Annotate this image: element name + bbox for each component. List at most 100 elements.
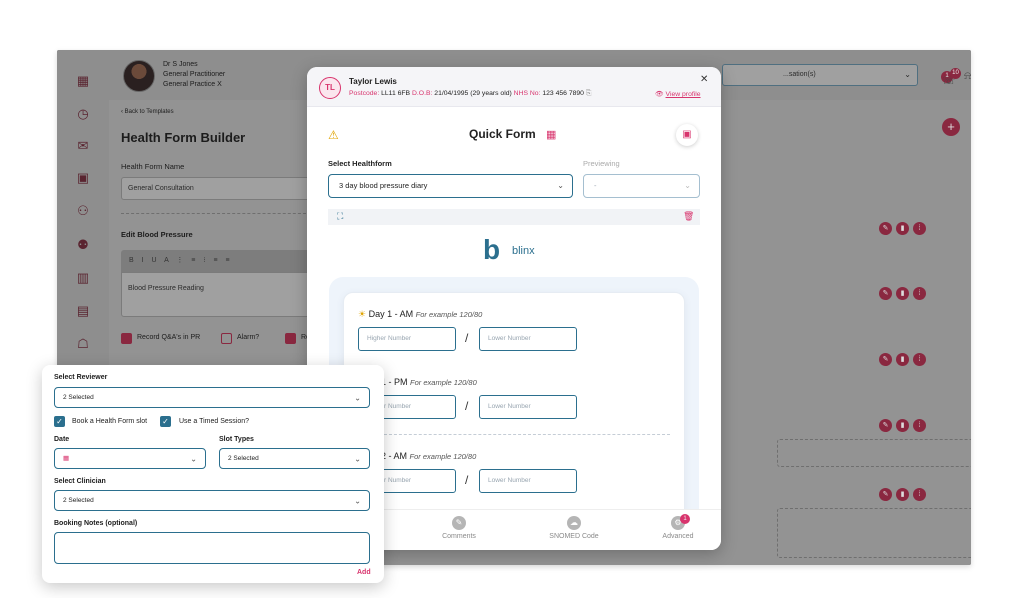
format-icons[interactable]: B I U A ⋮ ≡ ⁝ ≡ ≡ <box>129 256 233 264</box>
grip-icon[interactable]: ⁞ <box>913 353 926 366</box>
row-actions-2[interactable]: ✎ ▮ ⁞ <box>879 287 926 300</box>
trash-icon[interactable]: 🗑 <box>683 211 694 222</box>
users-icon[interactable]: ⚇ <box>75 203 91 219</box>
day-2-am-lower[interactable]: Lower Number <box>479 469 577 493</box>
day-2-am-title: y 2 - AM For example 120/80 <box>374 451 476 461</box>
healthform-select[interactable]: 3 day blood pressure diary ⌄ <box>328 174 573 198</box>
advanced-badge: 1 <box>680 514 690 524</box>
consultation-select-value: ...sation(s) <box>783 71 816 78</box>
reviewer-select[interactable]: 2 Selected ⌄ <box>54 387 370 408</box>
patient-avatar: TL <box>319 77 341 99</box>
consultation-select[interactable]: ...sation(s) ⌄ <box>722 64 918 86</box>
patient-header: TL Taylor Lewis Postcode: LL11 6FB D.O.B… <box>307 67 721 107</box>
form-name-input[interactable]: General Consultation <box>121 177 311 200</box>
chat-icon[interactable]: ☖ <box>75 336 91 352</box>
form-name-value: General Consultation <box>128 185 194 192</box>
book-slot-checkbox[interactable]: ✓ <box>54 416 65 427</box>
grip-icon[interactable]: ⁞ <box>913 222 926 235</box>
edit-icon[interactable]: ✎ <box>879 222 892 235</box>
add-button[interactable]: + <box>942 118 960 136</box>
booking-panel: Select Reviewer 2 Selected ⌄ ✓ Book a He… <box>42 365 384 583</box>
notes-textarea[interactable] <box>54 532 370 564</box>
bell-icon[interactable]: ⍾ <box>964 70 971 83</box>
editor-toolbar[interactable]: B I U A ⋮ ≡ ⁝ ≡ ≡ <box>121 250 311 272</box>
expand-icon[interactable]: ⛶ <box>337 211 343 222</box>
document-icon[interactable]: ▣ <box>75 170 91 186</box>
calendar-icon: ▦ <box>63 455 70 462</box>
timed-session-checkbox[interactable]: ✓ <box>160 416 171 427</box>
day-1-am-higher[interactable]: Higher Number <box>358 327 456 351</box>
chart-icon[interactable]: ◷ <box>75 106 91 122</box>
form-preview-card: ☀ Day 1 - AM For example 120/80 Higher N… <box>343 292 685 532</box>
clinician-select[interactable]: 2 Selected ⌄ <box>54 490 370 511</box>
grip-icon[interactable]: ⁞ <box>913 419 926 432</box>
day-1-am-lower[interactable]: Lower Number <box>479 327 577 351</box>
mail-icon[interactable]: ✉ <box>75 138 91 154</box>
editor-area[interactable]: Blood Pressure Reading <box>121 272 311 317</box>
back-link-label: Back to Templates <box>124 109 174 115</box>
chevron-down-icon: ⌄ <box>354 393 361 402</box>
grip-icon[interactable]: ⁞ <box>913 287 926 300</box>
alarm-checkbox[interactable] <box>221 333 232 344</box>
previewing-label: Previewing <box>583 159 620 168</box>
row-actions-5[interactable]: ✎ ▮ ⁞ <box>879 488 926 501</box>
delete-icon[interactable]: ▮ <box>896 287 909 300</box>
row-actions-4[interactable]: ✎ ▮ ⁞ <box>879 419 926 432</box>
reviewer-select-value: 2 Selected <box>63 394 94 401</box>
add-button[interactable]: Add <box>357 569 371 576</box>
edit-icon[interactable]: ✎ <box>879 287 892 300</box>
doctor-role: General Practitioner <box>163 71 226 78</box>
delete-icon[interactable]: ▮ <box>896 222 909 235</box>
comment-icon: ✎ <box>452 516 466 530</box>
warning-icon[interactable]: ⚠ <box>328 128 339 142</box>
edit-icon[interactable]: ✎ <box>879 419 892 432</box>
calendar-icon[interactable]: ▤ <box>75 303 91 319</box>
slot-types-select[interactable]: 2 Selected ⌄ <box>219 448 370 469</box>
row-actions-1[interactable]: ✎ ▮ ⁞ <box>879 222 926 235</box>
save-icon[interactable]: ▣ <box>676 124 698 146</box>
sunrise-icon: ☀ <box>358 309 367 319</box>
select-healthform-label: Select Healthform <box>328 159 392 168</box>
grid-icon[interactable]: ▦ <box>75 73 91 89</box>
timed-session-label: Use a Timed Session? <box>179 418 250 425</box>
day-1-pm-title: y 1 - PM For example 120/80 <box>374 377 477 387</box>
slash-separator: / <box>465 399 469 413</box>
day-1-am-hint: For example 120/80 <box>415 310 483 319</box>
day-1-pm-lower[interactable]: Lower Number <box>479 395 577 419</box>
comments-tab[interactable]: ✎ Comments <box>419 516 499 540</box>
edit-icon[interactable]: ✎ <box>879 353 892 366</box>
record-checkbox[interactable] <box>121 333 132 344</box>
close-icon[interactable]: ✕ <box>700 74 708 85</box>
row-actions-3[interactable]: ✎ ▮ ⁞ <box>879 353 926 366</box>
advanced-label: Advanced <box>662 533 694 540</box>
slash-separator: / <box>465 473 469 487</box>
table-icon[interactable]: ▥ <box>75 270 91 286</box>
clinician-label: Select Clinician <box>54 478 106 485</box>
people-icon[interactable]: ⚉ <box>75 237 91 253</box>
snomed-icon: ☁ <box>567 516 581 530</box>
grip-icon[interactable]: ⁞ <box>913 488 926 501</box>
delete-icon[interactable]: ▮ <box>896 419 909 432</box>
slot-types-value: 2 Selected <box>228 455 259 462</box>
chevron-down-icon: ⌄ <box>904 70 911 79</box>
edit-icon[interactable]: ✎ <box>879 488 892 501</box>
view-profile-label: View profile <box>665 91 701 98</box>
blinx-logo-icon: b <box>483 234 501 265</box>
preview-toolbar: ⛶ 🗑 <box>328 209 700 225</box>
copy-icon[interactable]: ⎘ <box>586 90 591 97</box>
chevron-down-icon: ⌄ <box>354 454 361 463</box>
delete-icon[interactable]: ▮ <box>896 353 909 366</box>
third-checkbox[interactable] <box>285 333 296 344</box>
date-label: Date <box>54 436 70 443</box>
advanced-tab[interactable]: ⚙ Advanced <box>638 516 718 540</box>
view-profile-link[interactable]: 👁 View profile <box>655 90 701 98</box>
comments-label: Comments <box>442 533 476 540</box>
date-picker[interactable]: ▦ ⌄ <box>54 448 206 469</box>
form-calendar-icon: ▦ <box>546 129 557 141</box>
snomed-tab[interactable]: ☁ SNOMED Code <box>534 516 614 540</box>
delete-icon[interactable]: ▮ <box>896 488 909 501</box>
preview-select[interactable]: - ⌄ <box>583 174 700 198</box>
back-link[interactable]: ‹ Back to Templates <box>121 109 174 115</box>
day-1-pm-hint: For example 120/80 <box>410 378 477 387</box>
modal-title: Quick Form <box>469 127 536 141</box>
